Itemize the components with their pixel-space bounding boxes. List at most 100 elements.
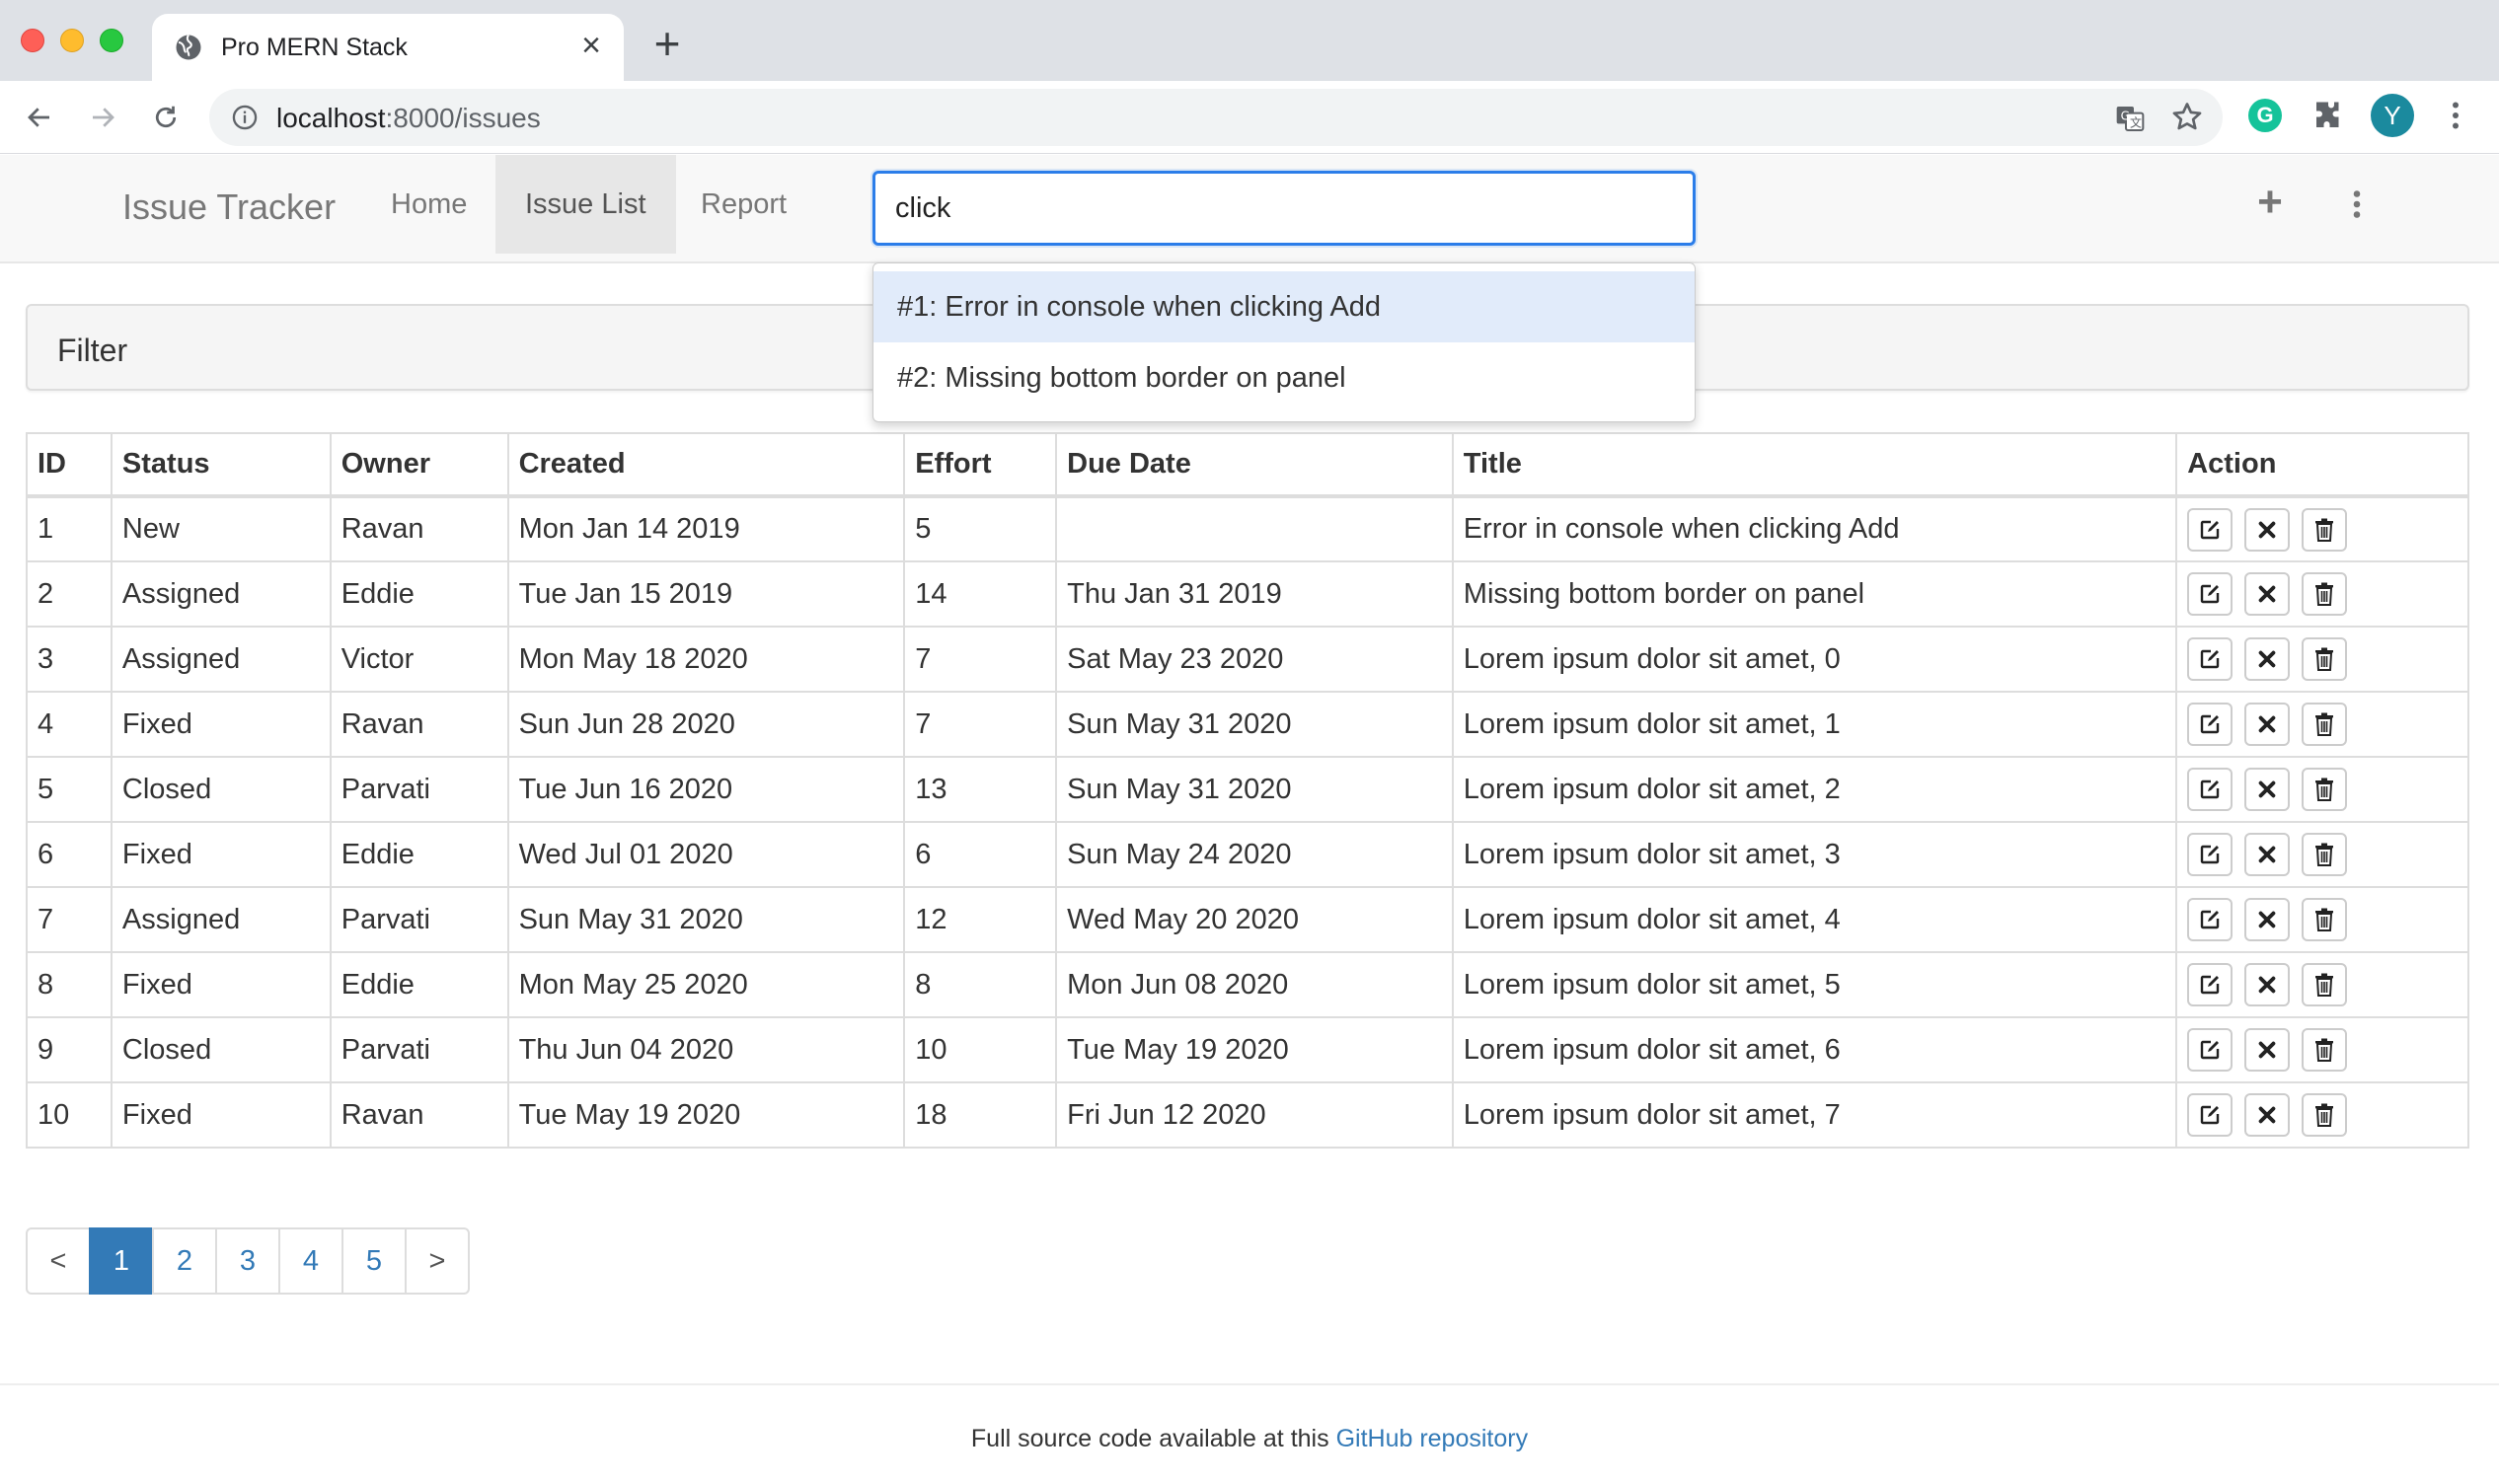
translate-icon[interactable]: G 文 bbox=[2114, 103, 2146, 134]
table-row[interactable]: 3 Assigned Victor Mon May 18 2020 7 Sat May 2… bbox=[26, 626, 2469, 693]
profile-avatar[interactable]: Y bbox=[2371, 94, 2414, 137]
bookmark-star-icon[interactable] bbox=[2169, 100, 2205, 135]
app-navbar: Issue Tracker Home Issue List Report + bbox=[0, 155, 2499, 263]
close-icon bbox=[2256, 713, 2278, 735]
back-arrow-icon[interactable] bbox=[18, 96, 61, 139]
close-button[interactable] bbox=[2244, 1028, 2291, 1072]
pagination-page-5[interactable]: 5 bbox=[341, 1227, 407, 1295]
table-row[interactable]: 10 Fixed Ravan Tue May 19 2020 18 Fri Jun 12 … bbox=[26, 1081, 2469, 1149]
trash-button[interactable] bbox=[2302, 898, 2348, 941]
issue-search-input[interactable] bbox=[872, 171, 1696, 246]
more-options-icon[interactable] bbox=[2339, 185, 2375, 224]
pagination-page-2[interactable]: 2 bbox=[152, 1227, 217, 1295]
url-text[interactable]: localhost:8000/issues bbox=[276, 103, 541, 134]
reload-icon[interactable] bbox=[144, 96, 188, 139]
svg-text:文: 文 bbox=[2130, 115, 2142, 130]
trash-button[interactable] bbox=[2302, 703, 2348, 746]
table-cell-id: 10 bbox=[26, 1081, 113, 1149]
window-close-button[interactable] bbox=[21, 29, 44, 52]
edit-button[interactable] bbox=[2187, 703, 2234, 746]
brand-title[interactable]: Issue Tracker bbox=[122, 186, 336, 228]
close-button[interactable] bbox=[2244, 703, 2291, 746]
table-cell-action bbox=[2175, 886, 2469, 953]
pagination-page-4[interactable]: 4 bbox=[278, 1227, 343, 1295]
close-button[interactable] bbox=[2244, 507, 2291, 552]
close-button[interactable] bbox=[2244, 1093, 2291, 1137]
browser-menu-icon[interactable] bbox=[2438, 97, 2473, 134]
close-button[interactable] bbox=[2244, 963, 2291, 1006]
suggestion-item[interactable]: #2: Missing bottom border on panel bbox=[873, 342, 1695, 413]
close-button[interactable] bbox=[2244, 572, 2291, 616]
forward-arrow-icon[interactable] bbox=[81, 96, 124, 139]
tab-close-icon[interactable]: × bbox=[576, 29, 606, 62]
edit-button[interactable] bbox=[2187, 768, 2234, 811]
close-icon bbox=[2256, 583, 2278, 605]
column-header: Action bbox=[2175, 432, 2469, 498]
window-maximize-button[interactable] bbox=[100, 29, 123, 52]
edit-button[interactable] bbox=[2187, 1028, 2234, 1072]
close-button[interactable] bbox=[2244, 833, 2291, 876]
table-row[interactable]: 6 Fixed Eddie Wed Jul 01 2020 6 Sun May 24 20… bbox=[26, 821, 2469, 888]
edit-button[interactable] bbox=[2187, 833, 2234, 876]
table-row[interactable]: 9 Closed Parvati Thu Jun 04 2020 10 Tue May 1… bbox=[26, 1016, 2469, 1083]
trash-button[interactable] bbox=[2302, 572, 2348, 616]
new-tab-button[interactable]: + bbox=[646, 21, 688, 66]
close-button[interactable] bbox=[2244, 898, 2291, 941]
table-cell-due-date: Mon Jun 08 2020 bbox=[1055, 951, 1454, 1018]
pagination-page-1[interactable]: 1 bbox=[89, 1227, 154, 1295]
edit-button[interactable] bbox=[2187, 963, 2234, 1006]
table-cell-effort: 12 bbox=[903, 886, 1058, 953]
table-cell-action bbox=[2175, 756, 2469, 823]
table-cell-owner: Ravan bbox=[329, 691, 509, 758]
nav-link-home[interactable]: Home bbox=[361, 155, 496, 254]
edit-button[interactable] bbox=[2187, 572, 2234, 616]
table-cell-due-date: Thu Jan 31 2019 bbox=[1055, 560, 1454, 628]
address-bar[interactable]: localhost:8000/issues G 文 bbox=[209, 89, 2223, 146]
table-row[interactable]: 1 New Ravan Mon Jan 14 2019 5 Error in consol… bbox=[26, 495, 2469, 562]
table-row[interactable]: 8 Fixed Eddie Mon May 25 2020 8 Mon Jun 08 20… bbox=[26, 951, 2469, 1018]
nav-link-issue-list[interactable]: Issue List bbox=[495, 155, 676, 254]
close-button[interactable] bbox=[2244, 637, 2291, 681]
info-icon[interactable] bbox=[231, 104, 259, 131]
trash-button[interactable] bbox=[2302, 963, 2348, 1006]
suggestion-item[interactable]: #1: Error in console when clicking Add bbox=[873, 271, 1695, 342]
add-issue-icon[interactable]: + bbox=[2250, 181, 2290, 224]
footer-divider bbox=[0, 1383, 2499, 1385]
pagination-page-3[interactable]: 3 bbox=[215, 1227, 280, 1295]
table-cell-title: Lorem ipsum dolor sit amet, 7 bbox=[1451, 1081, 2178, 1149]
table-cell-created: Wed Jul 01 2020 bbox=[506, 821, 906, 888]
table-cell-due-date: Fri Jun 12 2020 bbox=[1055, 1081, 1454, 1149]
pagination-next-button[interactable]: > bbox=[405, 1227, 470, 1295]
table-cell-due-date: Wed May 20 2020 bbox=[1055, 886, 1454, 953]
browser-tabstrip: Pro MERN Stack × + bbox=[0, 0, 2499, 81]
table-cell-owner: Parvati bbox=[329, 1016, 509, 1083]
table-cell-title: Lorem ipsum dolor sit amet, 1 bbox=[1451, 691, 2178, 758]
filter-panel-title[interactable]: Filter bbox=[57, 333, 127, 369]
extensions-puzzle-icon[interactable] bbox=[2310, 98, 2346, 133]
trash-button[interactable] bbox=[2302, 1028, 2348, 1072]
table-row[interactable]: 5 Closed Parvati Tue Jun 16 2020 13 Sun May 3… bbox=[26, 756, 2469, 823]
trash-button[interactable] bbox=[2302, 637, 2348, 681]
nav-link-report[interactable]: Report bbox=[671, 155, 816, 254]
table-cell-action bbox=[2175, 1081, 2469, 1149]
table-cell-created: Mon May 25 2020 bbox=[506, 951, 906, 1018]
window-minimize-button[interactable] bbox=[60, 29, 84, 52]
edit-button[interactable] bbox=[2187, 507, 2234, 552]
table-cell-created: Tue May 19 2020 bbox=[506, 1081, 906, 1149]
github-repository-link[interactable]: GitHub repository bbox=[1336, 1425, 1529, 1452]
trash-button[interactable] bbox=[2302, 507, 2348, 552]
tab-title: Pro MERN Stack bbox=[221, 34, 408, 61]
trash-button[interactable] bbox=[2302, 1093, 2348, 1137]
table-row[interactable]: 4 Fixed Ravan Sun Jun 28 2020 7 Sun May 31 20… bbox=[26, 691, 2469, 758]
close-button[interactable] bbox=[2244, 768, 2291, 811]
browser-tab[interactable]: Pro MERN Stack × bbox=[152, 14, 624, 81]
edit-button[interactable] bbox=[2187, 1093, 2234, 1137]
pagination-prev-button[interactable]: < bbox=[26, 1227, 91, 1295]
trash-button[interactable] bbox=[2302, 768, 2348, 811]
table-row[interactable]: 2 Assigned Eddie Tue Jan 15 2019 14 Thu Jan 3… bbox=[26, 560, 2469, 628]
edit-button[interactable] bbox=[2187, 637, 2234, 681]
table-row[interactable]: 7 Assigned Parvati Sun May 31 2020 12 Wed May… bbox=[26, 886, 2469, 953]
grammarly-extension-icon[interactable]: G bbox=[2248, 99, 2282, 132]
edit-button[interactable] bbox=[2187, 898, 2234, 941]
trash-button[interactable] bbox=[2302, 833, 2348, 876]
